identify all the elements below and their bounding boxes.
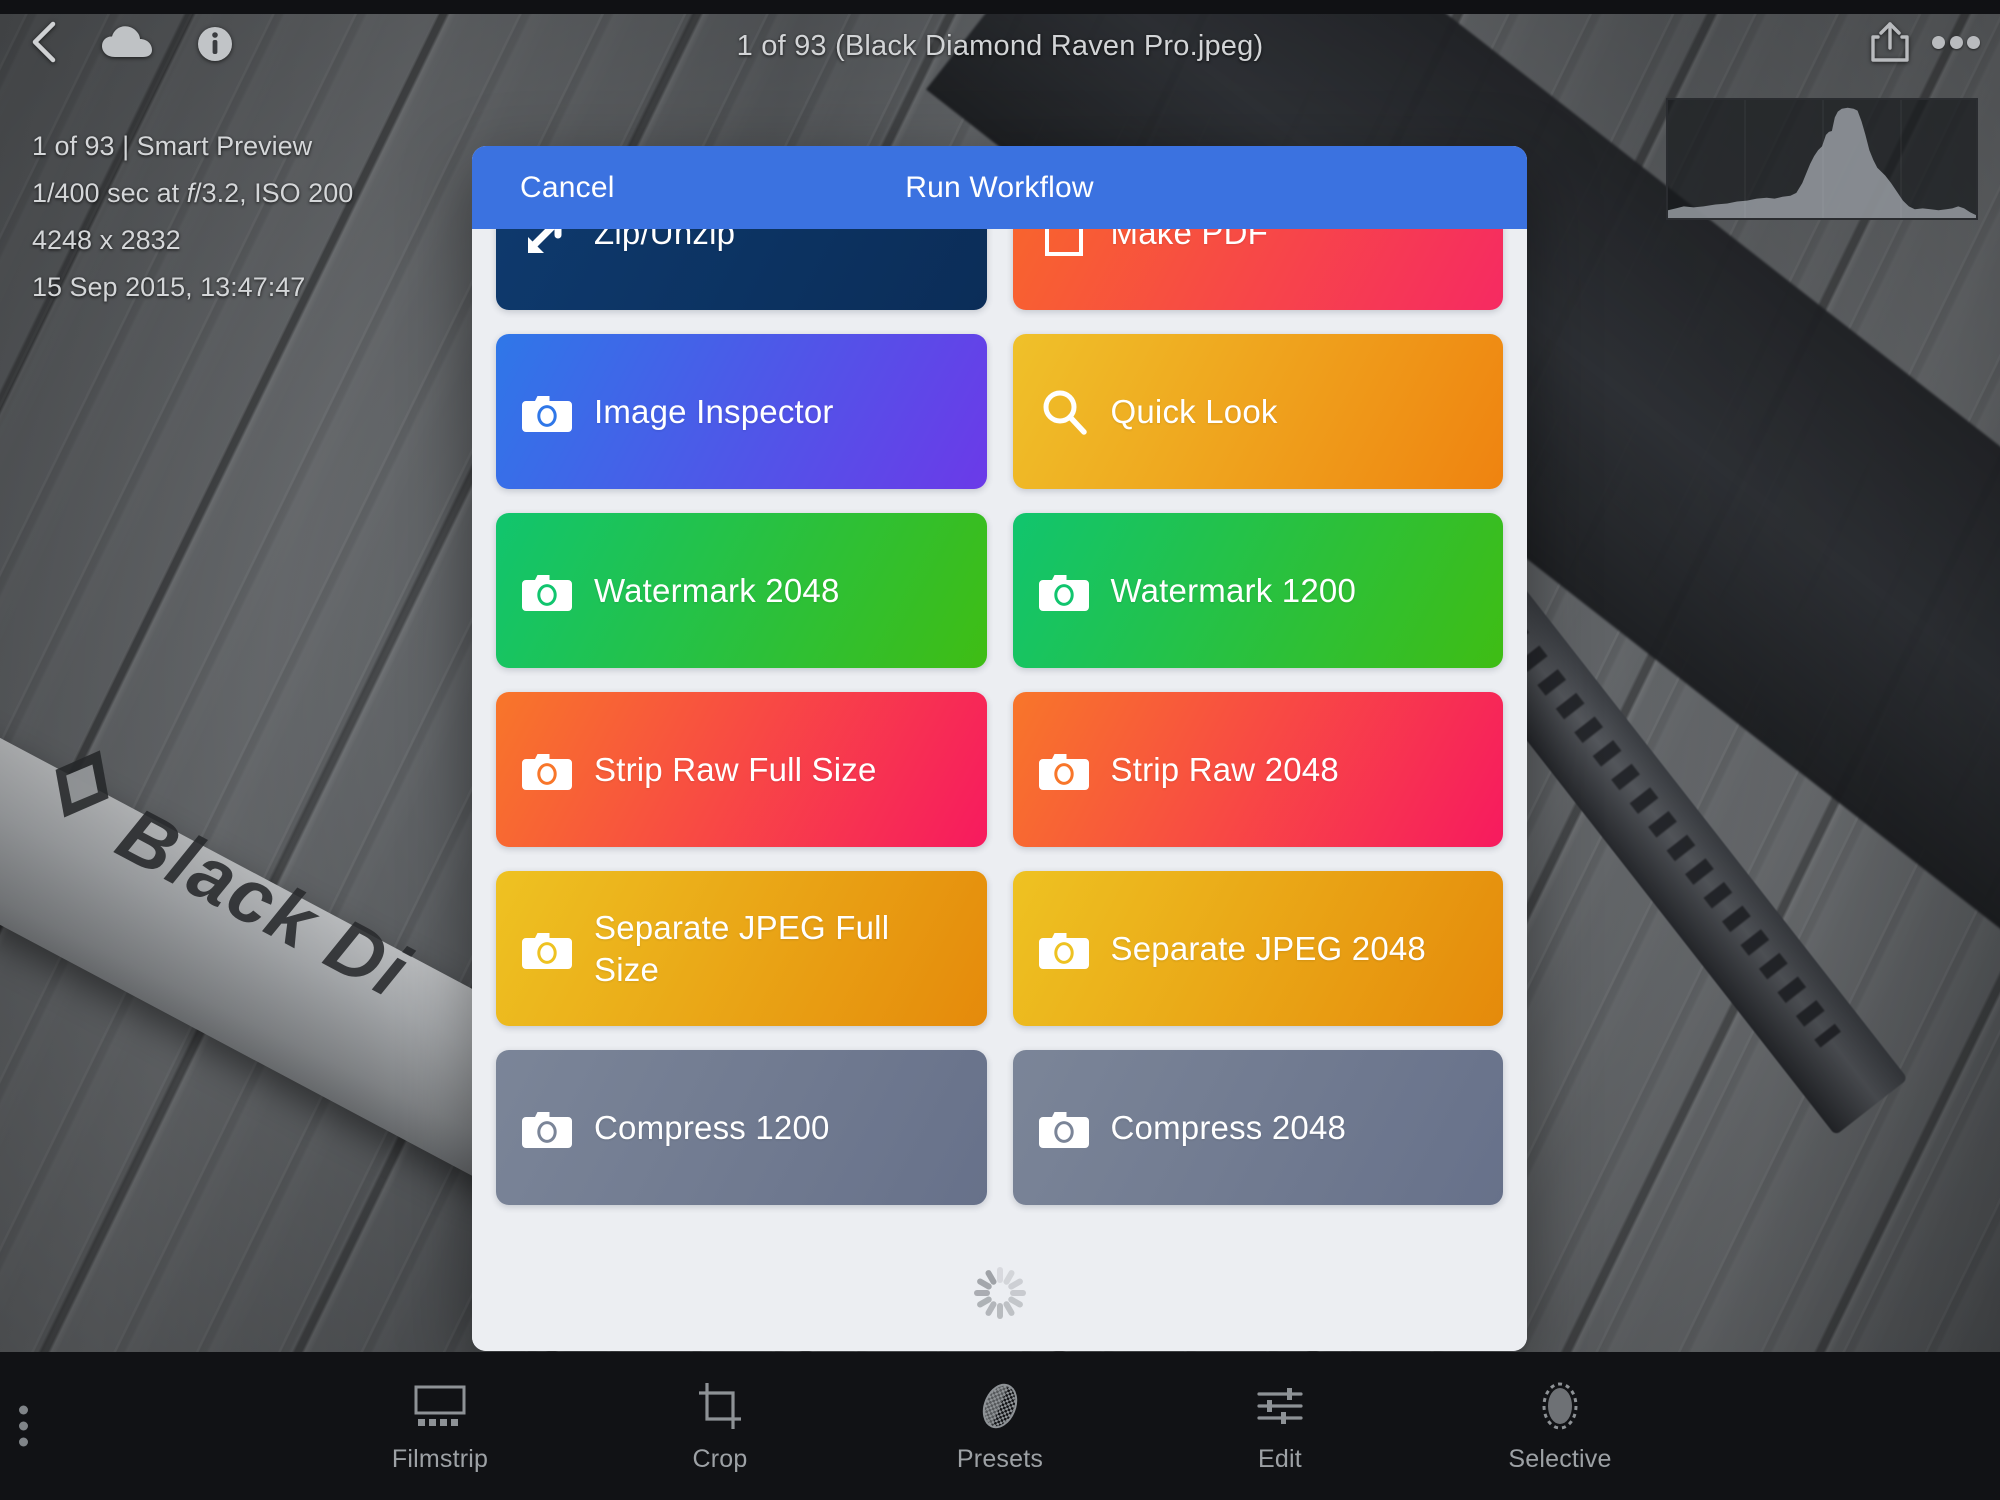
more-vertical-icon[interactable] — [18, 1405, 28, 1447]
chevron-left-icon[interactable] — [22, 20, 66, 64]
kebab-dot — [18, 1437, 28, 1447]
run-workflow-modal: Cancel Run Workflow Zip/Unzip Make PDF Ima… — [472, 146, 1527, 1351]
toolbar-item-label: Crop — [692, 1444, 748, 1473]
toolbar-item-label: Filmstrip — [391, 1444, 489, 1473]
workflow-button[interactable]: Strip Raw 2048 — [1012, 692, 1503, 847]
camera-icon — [1038, 566, 1089, 616]
spinner-segment — [1009, 1290, 1026, 1296]
workflow-button-label: Watermark 1200 — [1110, 571, 1356, 609]
toolbar-item-label: Edit — [1258, 1444, 1302, 1473]
toolbar-item-label: Selective — [1508, 1444, 1612, 1473]
sliders-icon — [1255, 1379, 1305, 1433]
workflow-button-label: Image Inspector — [594, 392, 834, 430]
toolbar-item-selective[interactable]: Selective — [1485, 1379, 1635, 1474]
spinner-segment — [996, 1267, 1003, 1283]
workflow-button[interactable]: Quick Look — [1012, 334, 1503, 489]
kebab-dot — [18, 1405, 28, 1415]
workflow-button-label: Watermark 2048 — [594, 571, 840, 609]
status-bar — [0, 0, 2000, 14]
info-line-dimensions: 4248 x 2832 — [32, 225, 181, 255]
workflow-button[interactable]: Compress 1200 — [496, 1050, 987, 1205]
expand-arrow-icon — [522, 229, 572, 258]
page-title: 1 of 93 (Black Diamond Raven Pro.jpeg) — [736, 30, 1264, 62]
info-exposure-pre: 1/400 sec at — [32, 178, 187, 208]
kebab-dot — [18, 1421, 28, 1431]
info-line-count: 1 of 93 | Smart Preview — [32, 131, 313, 161]
workflow-button-label: Compress 1200 — [594, 1108, 830, 1146]
share-upload-icon[interactable] — [1868, 20, 1912, 64]
camera-icon — [522, 566, 572, 616]
workflow-button[interactable]: Zip/Unzip — [496, 229, 987, 310]
info-circle-icon[interactable] — [195, 24, 235, 64]
workflow-button-label: Zip/Unzip — [594, 229, 736, 251]
workflow-button[interactable]: Strip Raw Full Size — [496, 692, 987, 847]
workflow-button-label: Strip Raw 2048 — [1110, 750, 1339, 788]
more-dot — [1967, 35, 1980, 49]
workflow-grid: Zip/Unzip Make PDF Image Inspector Quick Lo… — [496, 229, 1503, 1205]
workflow-button[interactable]: Make PDF — [1012, 229, 1503, 310]
workflow-button[interactable]: Separate JPEG 2048 — [1012, 871, 1503, 1026]
spinner-segment — [996, 1303, 1003, 1319]
toolbar-item-presets[interactable]: Presets — [925, 1379, 1075, 1474]
modal-header: Cancel Run Workflow — [472, 146, 1527, 229]
camera-icon — [522, 924, 572, 974]
loading-spinner — [472, 1265, 1527, 1321]
workflow-button[interactable]: Watermark 2048 — [496, 513, 987, 668]
workflow-button-label: Separate JPEG 2048 — [1110, 929, 1426, 967]
histogram-gridlines — [1668, 100, 1976, 218]
spinner-segment — [973, 1290, 990, 1296]
crop-icon — [695, 1379, 745, 1433]
info-exposure-post: /3.2, ISO 200 — [194, 178, 354, 208]
toolbar-item-crop[interactable]: Crop — [645, 1379, 795, 1474]
modal-title: Run Workflow — [905, 170, 1094, 204]
toolbar-item-edit[interactable]: Edit — [1205, 1379, 1355, 1474]
magnifier-icon — [1039, 387, 1089, 437]
toolbar-items: Filmstrip Crop Presets Edit Selective — [365, 1379, 1635, 1474]
camera-icon — [522, 387, 572, 437]
info-line-datetime: 15 Sep 2015, 13:47:47 — [32, 272, 306, 302]
workflow-button-label: Compress 2048 — [1110, 1108, 1347, 1146]
toolbar-item-filmstrip[interactable]: Filmstrip — [365, 1379, 515, 1474]
toolbar-item-label: Presets — [956, 1444, 1044, 1473]
camera-icon — [1038, 924, 1089, 974]
info-aperture-f: f — [186, 178, 195, 208]
filmstrip-icon — [412, 1379, 468, 1433]
cloud-icon[interactable] — [100, 22, 154, 66]
more-dot — [1932, 35, 1945, 49]
workflow-button[interactable]: Compress 2048 — [1012, 1050, 1503, 1205]
top-toolbar: 1 of 93 (Black Diamond Raven Pro.jpeg) — [0, 14, 2000, 72]
camera-icon — [1038, 745, 1089, 795]
selective-circle-icon — [1537, 1379, 1583, 1433]
workflow-button-label: Quick Look — [1110, 392, 1278, 430]
workflow-scroll-area[interactable]: Zip/Unzip Make PDF Image Inspector Quick Lo… — [472, 229, 1527, 1205]
camera-icon — [522, 1103, 572, 1153]
bottom-toolbar: Filmstrip Crop Presets Edit Selective — [0, 1352, 2000, 1500]
lightroom-mobile-app: Black Di 1 of 93 (Black Diamond Raven Pr… — [0, 0, 2000, 1500]
histogram-panel — [1666, 98, 1978, 220]
workflow-button[interactable]: Watermark 1200 — [1012, 513, 1503, 668]
more-horizontal-icon[interactable] — [1932, 30, 1980, 54]
workflow-button[interactable]: Image Inspector — [496, 334, 987, 489]
camera-icon — [522, 745, 572, 795]
presets-icon — [976, 1379, 1024, 1433]
workflow-button[interactable]: Separate JPEG Full Size — [496, 871, 987, 1026]
info-line-exposure: 1/400 sec at f/3.2, ISO 200 — [32, 173, 353, 214]
camera-icon — [1038, 1103, 1089, 1153]
more-dot — [1949, 35, 1963, 49]
document-outline-icon — [1039, 229, 1089, 258]
photo-info-panel: 1 of 93 | Smart Preview 1/400 sec at f/3… — [32, 126, 353, 314]
workflow-button-label: Separate JPEG Full Size — [594, 908, 890, 988]
workflow-button-label: Make PDF — [1110, 229, 1268, 251]
modal-body[interactable]: Zip/Unzip Make PDF Image Inspector Quick Lo… — [472, 229, 1527, 1351]
workflow-button-label: Strip Raw Full Size — [594, 750, 877, 788]
